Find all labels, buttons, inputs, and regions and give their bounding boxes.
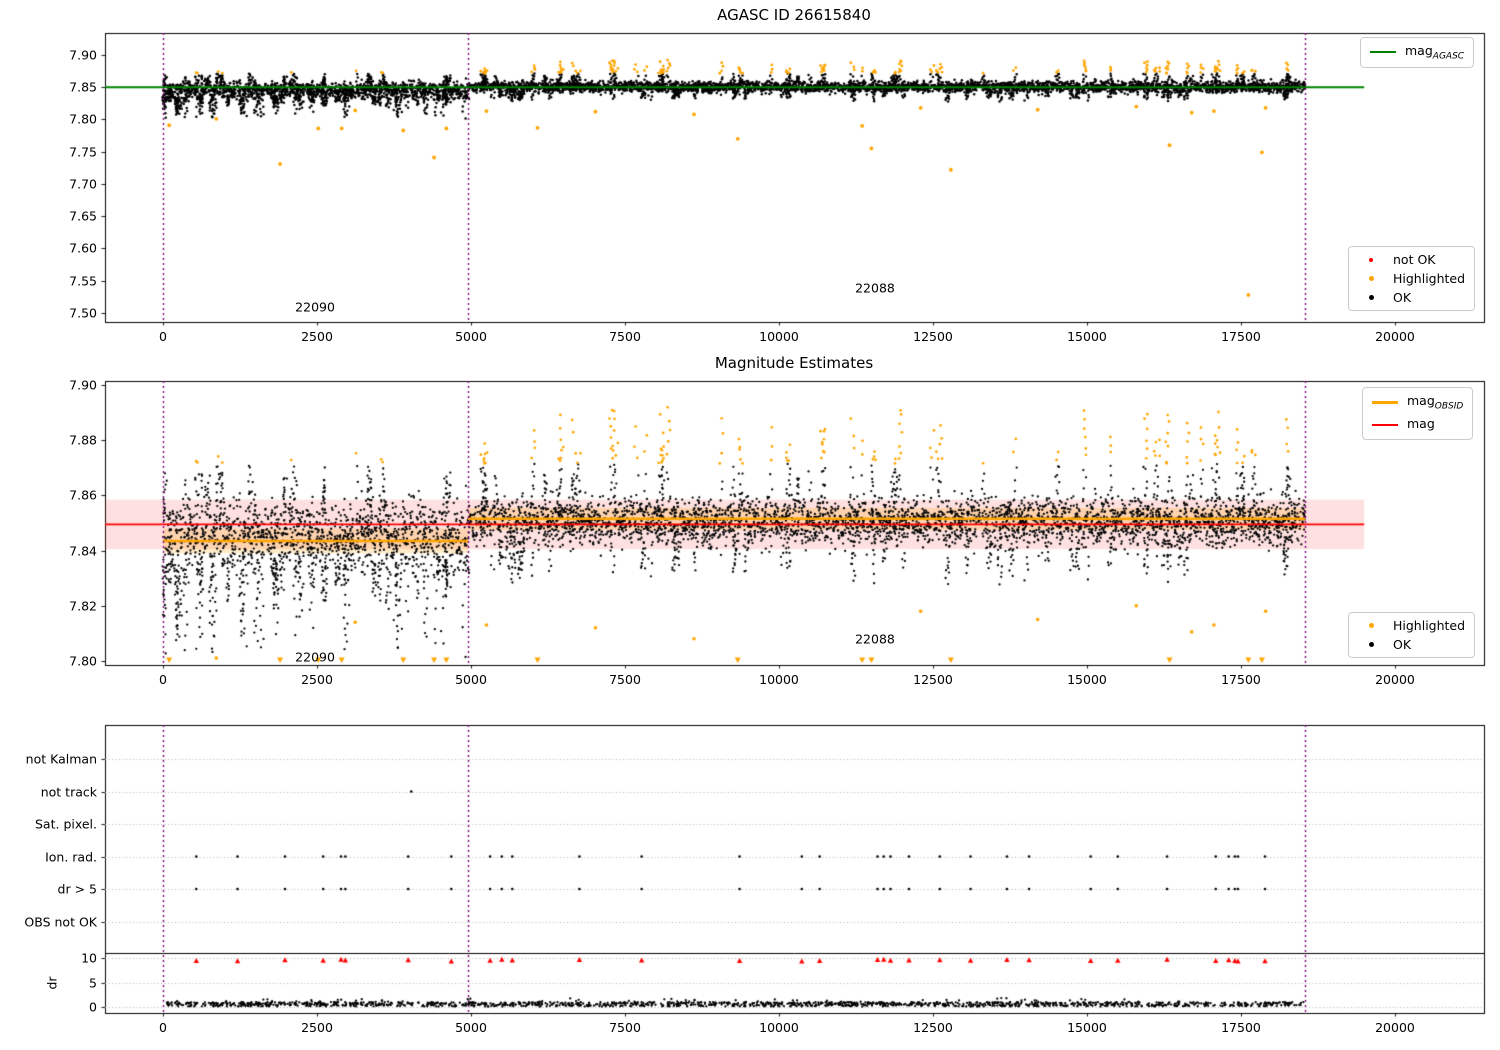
ok-dot-swatch-2: [1358, 642, 1384, 647]
flag-row-label-0: not Kalman: [25, 751, 97, 767]
legend-label-mag-obsid: magOBSID: [1407, 393, 1464, 412]
plot1-title: AGASC ID 26615840: [717, 6, 871, 24]
x-tick-label-plot3-10000: 10000: [759, 1020, 799, 1035]
y-tick-label-plot1-7.60: 7.60: [69, 240, 97, 256]
legend-item-highlighted-2: Highlighted: [1358, 618, 1465, 633]
y-tick-label-plot1-7.85: 7.85: [69, 79, 97, 95]
y-tick-label-plot2-7.80: 7.80: [69, 653, 97, 669]
x-tick-label-plot2-10000: 10000: [759, 672, 799, 687]
x-tick-label-plot2-15000: 15000: [1067, 672, 1107, 687]
dr-tick-label-10: 10: [81, 950, 97, 966]
x-tick-label-plot3-5000: 5000: [455, 1020, 487, 1035]
legend-item-ok-2: OK: [1358, 637, 1465, 652]
legend-plot1-markers: not OK Highlighted OK: [1348, 246, 1476, 311]
flag-row-label-1: not track: [40, 784, 97, 799]
x-tick-label-plot1-15000: 15000: [1067, 329, 1107, 344]
y-tick-label-plot1-7.50: 7.50: [69, 305, 97, 321]
y-tick-label-plot2-7.84: 7.84: [69, 543, 97, 559]
legend-plot2-markers: Highlighted OK: [1348, 612, 1476, 658]
mag-agasc-line-swatch: [1370, 51, 1396, 54]
figure: AGASC ID 26615840 Magnitude Estimates ma…: [0, 0, 1500, 1050]
ok-dot-swatch: [1358, 295, 1384, 300]
x-tick-label-plot3-17500: 17500: [1221, 1020, 1261, 1035]
y-tick-label-plot1-7.75: 7.75: [69, 144, 97, 160]
flag-row-label-4: dr > 5: [57, 881, 97, 897]
x-tick-label-plot3-15000: 15000: [1067, 1020, 1107, 1035]
y-tick-label-plot1-7.70: 7.70: [69, 176, 97, 192]
legend-label-highlighted-2: Highlighted: [1393, 618, 1466, 633]
legend-mag-lines: magOBSID mag: [1362, 387, 1474, 440]
obsid-annotation-22088-plot2: 22088: [855, 631, 895, 647]
flag-row-label-3: Ion. rad.: [45, 849, 97, 864]
legend-mag-agasc: magAGASC: [1360, 37, 1475, 68]
x-tick-label-plot1-7500: 7500: [609, 329, 641, 344]
legend-label-ok: OK: [1393, 290, 1412, 305]
x-tick-label-plot1-10000: 10000: [759, 329, 799, 344]
mag-line-swatch: [1372, 423, 1398, 426]
y-tick-label-plot1-7.90: 7.90: [69, 47, 97, 63]
legend-item-highlighted: Highlighted: [1358, 271, 1465, 286]
legend-label-mag-agasc: magAGASC: [1405, 43, 1465, 62]
legend-label-ok-2: OK: [1393, 637, 1412, 652]
legend-item-mag: mag: [1372, 416, 1463, 435]
dr-axis-label: dr: [44, 976, 60, 990]
y-tick-label-plot1-7.65: 7.65: [69, 208, 97, 224]
mag-obsid-line-swatch: [1372, 400, 1398, 404]
x-tick-label-plot2-0: 0: [159, 672, 167, 687]
dr-tick-label-0: 0: [89, 999, 97, 1015]
obsid-annotation-22090-plot1: 22090: [295, 299, 335, 315]
y-tick-label-plot1-7.55: 7.55: [69, 273, 97, 289]
x-tick-label-plot1-5000: 5000: [455, 329, 487, 344]
highlighted-dot-swatch-2: [1358, 623, 1384, 628]
legend-item-ok: OK: [1358, 290, 1465, 305]
x-tick-label-plot2-7500: 7500: [609, 672, 641, 687]
plot2-title: Magnitude Estimates: [714, 354, 874, 372]
x-tick-label-plot3-12500: 12500: [913, 1020, 953, 1035]
x-tick-label-plot3-0: 0: [159, 1020, 167, 1035]
legend-label-highlighted: Highlighted: [1393, 271, 1466, 286]
y-tick-label-plot2-7.82: 7.82: [69, 598, 97, 614]
x-tick-label-plot1-17500: 17500: [1221, 329, 1261, 344]
x-tick-label-plot2-12500: 12500: [913, 672, 953, 687]
legend-item-mag-obsid: magOBSID: [1372, 393, 1463, 412]
dr-tick-label-5: 5: [89, 975, 97, 990]
x-tick-label-plot2-17500: 17500: [1221, 672, 1261, 687]
y-tick-label-plot2-7.90: 7.90: [69, 377, 97, 393]
flag-row-label-2: Sat. pixel.: [35, 816, 97, 832]
legend-item-mag-agasc: magAGASC: [1370, 43, 1464, 62]
obsid-annotation-22090-plot2: 22090: [295, 649, 335, 665]
flag-row-label-5: OBS not OK: [24, 914, 97, 929]
x-tick-label-plot1-20000: 20000: [1375, 329, 1415, 344]
x-tick-label-plot3-20000: 20000: [1375, 1020, 1415, 1035]
y-tick-label-plot2-7.88: 7.88: [69, 432, 97, 448]
legend-label-mag: mag: [1407, 415, 1435, 431]
x-tick-label-plot1-0: 0: [159, 329, 167, 344]
x-tick-label-plot2-5000: 5000: [455, 672, 487, 687]
x-tick-label-plot1-2500: 2500: [301, 329, 333, 344]
not-ok-dot-swatch: [1358, 257, 1384, 262]
x-tick-label-plot3-7500: 7500: [609, 1020, 641, 1035]
x-tick-label-plot3-2500: 2500: [301, 1020, 333, 1035]
x-tick-label-plot1-12500: 12500: [913, 329, 953, 344]
y-tick-label-plot1-7.80: 7.80: [69, 111, 97, 127]
x-tick-label-plot2-20000: 20000: [1375, 672, 1415, 687]
highlighted-dot-swatch: [1358, 276, 1384, 281]
x-tick-label-plot2-2500: 2500: [301, 672, 333, 687]
plot-canvas: [0, 0, 1500, 1050]
legend-item-not-ok: not OK: [1358, 252, 1465, 267]
obsid-annotation-22088-plot1: 22088: [855, 280, 895, 296]
y-tick-label-plot2-7.86: 7.86: [69, 487, 97, 503]
legend-label-not-ok: not OK: [1393, 252, 1436, 267]
